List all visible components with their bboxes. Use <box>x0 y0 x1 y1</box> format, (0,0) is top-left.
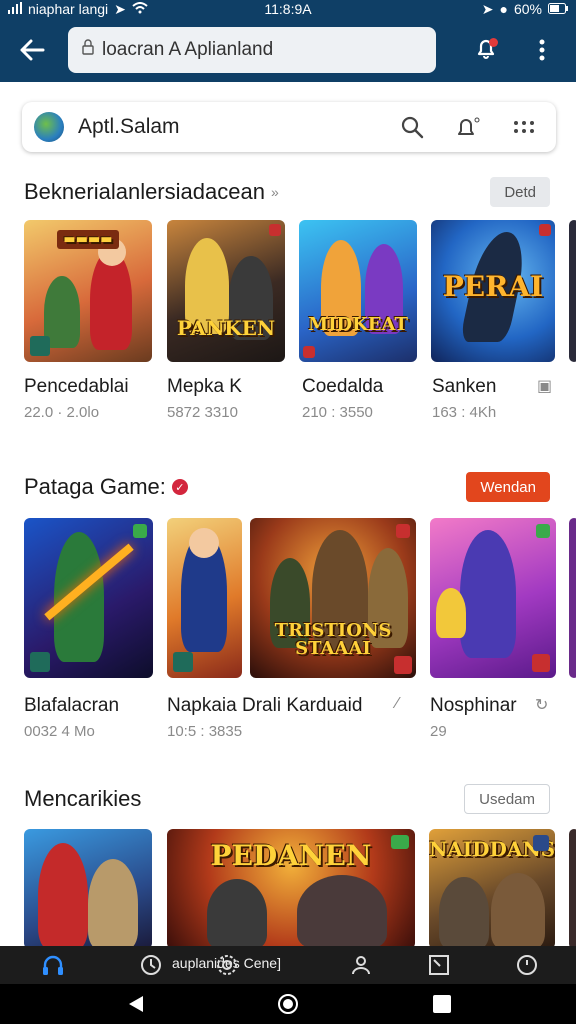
game-tile[interactable]: PERAI <box>431 220 555 362</box>
section-title-text: Pataga Game: <box>24 474 166 499</box>
app-logo-icon <box>34 112 64 142</box>
badge-icon <box>533 835 549 851</box>
battery-percent: 60% <box>513 1 542 17</box>
more-options-icon[interactable] <box>522 30 562 70</box>
url-bar[interactable]: loacran A Aplianland <box>68 27 436 73</box>
game-art-title: TRISTIONS STAAAI <box>274 620 392 659</box>
game-name[interactable]: Mepka K <box>167 376 242 398</box>
game-tile-partial[interactable] <box>569 518 576 678</box>
game-art-title: PERAI <box>442 270 544 303</box>
notification-badge <box>489 38 498 47</box>
section-header: Mencarikies Usedam <box>24 783 550 815</box>
game-tile[interactable]: PANKEN <box>167 220 285 362</box>
game-tile[interactable]: MIDKEAT <box>299 220 417 362</box>
apps-grid-icon[interactable] <box>504 107 544 147</box>
game-name[interactable]: Pencedablai <box>24 376 129 398</box>
battery-icon <box>548 1 568 17</box>
search-card: Aptl.Salam <box>22 102 556 152</box>
library-icon[interactable] <box>426 952 452 978</box>
game-name[interactable]: Sanken <box>432 376 496 398</box>
section-title-text: Mencarikies <box>24 786 142 811</box>
game-tile[interactable]: NAIDDANS <box>429 829 555 949</box>
back-triangle-icon[interactable] <box>124 992 148 1016</box>
badge-icon <box>394 656 412 674</box>
game-tile[interactable] <box>24 518 153 678</box>
section-detail-button[interactable]: Detd <box>490 177 550 207</box>
game-art-title: PEDANEN <box>210 839 372 872</box>
history-icon[interactable] <box>514 952 540 978</box>
verified-icon: ✓ <box>171 479 188 495</box>
game-name[interactable]: Blafalacran <box>24 695 119 717</box>
section-title: Pataga Game: ✓ <box>24 474 466 500</box>
game-meta: 210 : 3550 <box>302 404 373 421</box>
location-icon: ➤ <box>114 0 126 17</box>
game-meta: 22.0 · 2.0lo <box>24 404 100 421</box>
back-arrow-icon[interactable] <box>12 30 52 70</box>
section-header: Beknerialanlersiadacean » Detd <box>24 176 550 208</box>
game-tile-partial[interactable] <box>569 829 576 949</box>
badge-icon <box>173 652 193 672</box>
notification-button[interactable] <box>466 30 506 70</box>
badge-icon <box>133 524 147 538</box>
game-tile-partial[interactable] <box>569 220 576 362</box>
badge-icon <box>532 654 550 672</box>
badge-icon <box>269 224 281 236</box>
settings-icon[interactable] <box>214 952 240 978</box>
game-art-title: PANKEN <box>176 316 276 340</box>
game-name[interactable]: Nosphinar <box>430 695 517 717</box>
section-action-button[interactable]: Wendan <box>466 472 550 502</box>
url-text: loacran A Aplianland <box>102 39 274 60</box>
bottom-nav: auplanides Cene] <box>0 946 576 984</box>
store-title: Aptl.Salam <box>78 115 180 138</box>
section-title: Mencarikies <box>24 786 464 812</box>
badge-icon <box>391 835 409 849</box>
game-tile[interactable]: TRISTIONS STAAAI <box>250 518 416 678</box>
badge-icon <box>396 524 410 538</box>
recents-square-icon[interactable] <box>430 992 454 1016</box>
section-title-text: Beknerialanlersiadacean <box>24 179 265 204</box>
game-tile[interactable]: PEDANEN <box>167 829 415 949</box>
game-tile[interactable] <box>430 518 556 678</box>
game-meta: 163 : 4Kh <box>432 404 497 421</box>
share-icon[interactable]: ↻ <box>535 695 548 715</box>
bell-outline-icon[interactable] <box>448 107 488 147</box>
badge-icon <box>303 346 315 358</box>
game-name[interactable]: Coedalda <box>302 376 383 398</box>
game-tile[interactable] <box>24 829 152 949</box>
clock-icon[interactable] <box>138 952 164 978</box>
game-art-banner: ▬▬▬▬ <box>57 230 119 249</box>
game-name[interactable]: Napkaia Drali Karduaid <box>167 695 362 717</box>
badge-icon <box>539 224 551 236</box>
signal-icon <box>8 1 22 17</box>
lock-icon <box>82 39 94 61</box>
badge-icon <box>30 652 50 672</box>
status-bar: niaphar langi ➤ 11:8:9A ➤ ● 60% <box>0 0 576 18</box>
download-icon[interactable]: ▣ <box>537 376 552 396</box>
gps-icon: ➤ <box>481 0 494 17</box>
game-art-title: MIDKEAT <box>308 314 408 335</box>
game-meta: 5872 3310 <box>167 404 238 421</box>
shield-icon: ● <box>499 1 508 17</box>
home-circle-icon[interactable] <box>276 992 300 1016</box>
profile-icon[interactable] <box>348 952 374 978</box>
game-meta: 10:5 : 3835 <box>167 723 243 740</box>
game-tile[interactable]: ▬▬▬▬ <box>24 220 152 362</box>
game-tile[interactable] <box>167 518 242 678</box>
carrier-label: niaphar langi <box>28 1 109 17</box>
badge-icon <box>536 524 550 538</box>
headset-icon[interactable] <box>40 952 66 978</box>
app-bar: loacran A Aplianland <box>0 18 576 82</box>
search-icon[interactable] <box>392 107 432 147</box>
section-arrow: » <box>270 184 279 200</box>
section-header: Pataga Game: ✓ Wendan <box>24 471 550 503</box>
wifi-icon <box>132 1 148 17</box>
section-title: Beknerialanlersiadacean » <box>24 179 490 205</box>
badge-icon <box>30 336 50 356</box>
system-nav-bar <box>0 984 576 1024</box>
edit-icon[interactable]: ⁄ <box>396 695 399 713</box>
game-meta: 29 <box>430 723 447 740</box>
game-meta: 0032 4 Mo <box>24 723 95 740</box>
section-action-button[interactable]: Usedam <box>464 784 550 814</box>
